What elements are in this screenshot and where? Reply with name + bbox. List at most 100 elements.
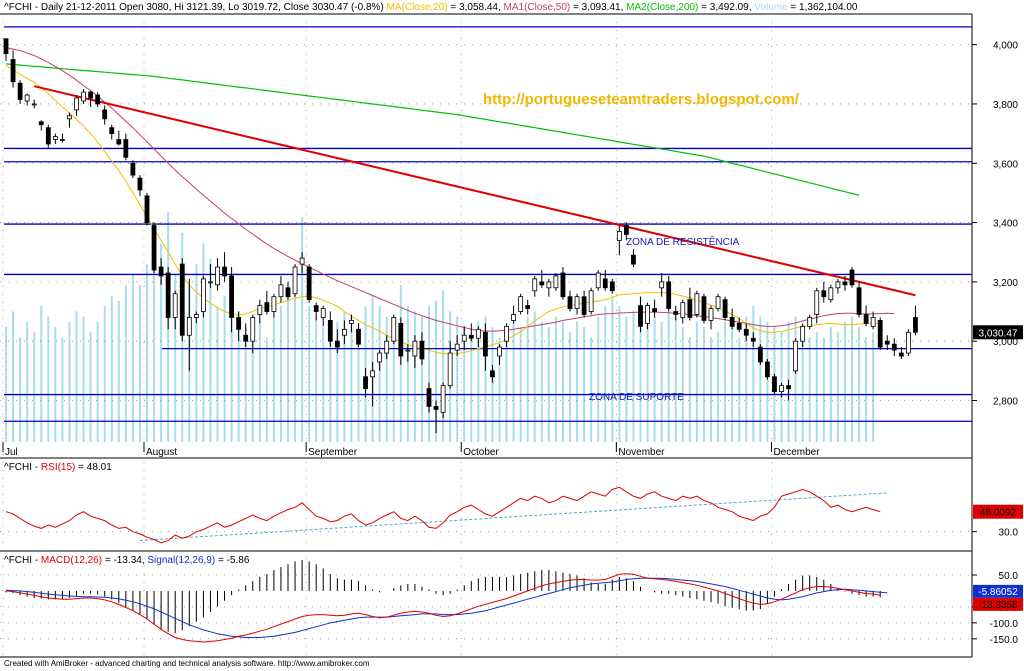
candle-body bbox=[800, 325, 806, 342]
candle-body bbox=[609, 281, 615, 292]
candle-body bbox=[285, 287, 291, 298]
candle-body bbox=[229, 275, 235, 318]
candle-body bbox=[877, 320, 883, 348]
price-tick-label: 3,600 bbox=[993, 159, 1018, 170]
volume-bar bbox=[350, 316, 353, 442]
candle-body bbox=[257, 305, 263, 315]
candle-body bbox=[849, 269, 855, 286]
volume-bar bbox=[301, 217, 304, 442]
volume-bar bbox=[851, 316, 853, 442]
candle-body bbox=[475, 328, 481, 339]
candle-body bbox=[31, 103, 37, 106]
candle-body bbox=[884, 340, 890, 345]
volume-bar bbox=[554, 316, 557, 442]
volume-bar bbox=[138, 285, 141, 442]
volume-bar bbox=[547, 327, 550, 442]
candle-body bbox=[306, 266, 312, 301]
candle-body bbox=[757, 346, 763, 363]
candle-body bbox=[821, 290, 827, 298]
candle-body bbox=[793, 340, 798, 372]
candle-body bbox=[3, 38, 9, 54]
volume-bar bbox=[153, 253, 156, 442]
volume-bar bbox=[322, 327, 325, 442]
candle-body bbox=[588, 290, 594, 312]
volume-bar bbox=[12, 311, 15, 442]
volume-bar bbox=[688, 337, 691, 442]
candle-body bbox=[504, 325, 509, 342]
month-label: November bbox=[618, 447, 665, 458]
volume-bar bbox=[82, 316, 85, 442]
candle-body bbox=[327, 320, 333, 342]
volume-bar bbox=[731, 327, 734, 442]
candle-body bbox=[638, 305, 643, 327]
candle-body bbox=[17, 82, 23, 100]
candle-body bbox=[313, 305, 319, 312]
candle-body bbox=[419, 340, 425, 360]
volume-bar bbox=[392, 327, 395, 442]
candle-body bbox=[349, 320, 354, 324]
candle-body bbox=[10, 59, 16, 83]
candle-body bbox=[320, 308, 326, 318]
candle-body bbox=[144, 195, 150, 223]
candle-body bbox=[208, 281, 213, 284]
candle-body bbox=[341, 328, 347, 336]
candle-body bbox=[102, 109, 108, 120]
volume-bar bbox=[561, 321, 564, 442]
candle-body bbox=[130, 162, 136, 176]
price-tick-label: 3,400 bbox=[993, 219, 1018, 230]
volume-bar bbox=[766, 321, 769, 442]
volume-bar bbox=[315, 316, 318, 442]
candle-body bbox=[743, 328, 749, 336]
volume-bar bbox=[583, 327, 586, 442]
volume-bar bbox=[858, 327, 861, 442]
month-label: September bbox=[308, 447, 358, 458]
candle-body bbox=[595, 272, 601, 289]
candle-body bbox=[292, 266, 298, 295]
volume-bar bbox=[47, 316, 50, 442]
candle-body bbox=[567, 296, 573, 309]
candle-body bbox=[391, 317, 397, 342]
candle-body bbox=[750, 337, 756, 342]
candle-body bbox=[384, 340, 390, 354]
candle-body bbox=[835, 281, 841, 289]
volume-bar bbox=[442, 290, 445, 442]
candle-body bbox=[426, 388, 432, 407]
volume-bar bbox=[865, 337, 868, 442]
candle-body bbox=[433, 406, 439, 410]
volume-bar bbox=[540, 321, 543, 442]
candle-body bbox=[708, 308, 714, 321]
volume-bar bbox=[75, 311, 78, 442]
volume-bar bbox=[61, 337, 64, 442]
candle-body bbox=[779, 385, 784, 392]
macd-tick-label: -100.0 bbox=[990, 619, 1019, 630]
volume-bar bbox=[660, 321, 663, 442]
volume-bar bbox=[223, 295, 226, 442]
candle-body bbox=[405, 349, 411, 352]
candle-body bbox=[581, 296, 587, 315]
candle-body bbox=[616, 231, 622, 241]
candle-body bbox=[645, 305, 650, 324]
candle-body bbox=[624, 225, 629, 235]
footer-credit: Created with AmiBroker - advanced charti… bbox=[4, 659, 370, 668]
candle-body bbox=[511, 314, 517, 321]
volume-bar bbox=[110, 295, 113, 442]
candle-body bbox=[468, 334, 474, 339]
candle-body bbox=[715, 296, 721, 309]
month-label: Jul bbox=[5, 447, 18, 458]
candle-body bbox=[109, 127, 115, 135]
candle-body bbox=[158, 266, 164, 277]
volume-bar bbox=[759, 316, 762, 442]
volume-bar bbox=[294, 274, 297, 442]
volume-bar bbox=[413, 311, 416, 442]
candle-body bbox=[222, 266, 227, 277]
candle-body bbox=[74, 97, 79, 111]
candle-body bbox=[701, 296, 707, 321]
volume-bar bbox=[265, 337, 268, 442]
volume-bar bbox=[843, 321, 846, 442]
candle-body bbox=[356, 328, 361, 345]
month-label: December bbox=[773, 447, 820, 458]
candle-body bbox=[856, 287, 862, 315]
candle-body bbox=[236, 317, 242, 330]
price-tick-label: 3,200 bbox=[993, 278, 1018, 289]
rsi-tick-label: 30.0 bbox=[999, 528, 1019, 539]
